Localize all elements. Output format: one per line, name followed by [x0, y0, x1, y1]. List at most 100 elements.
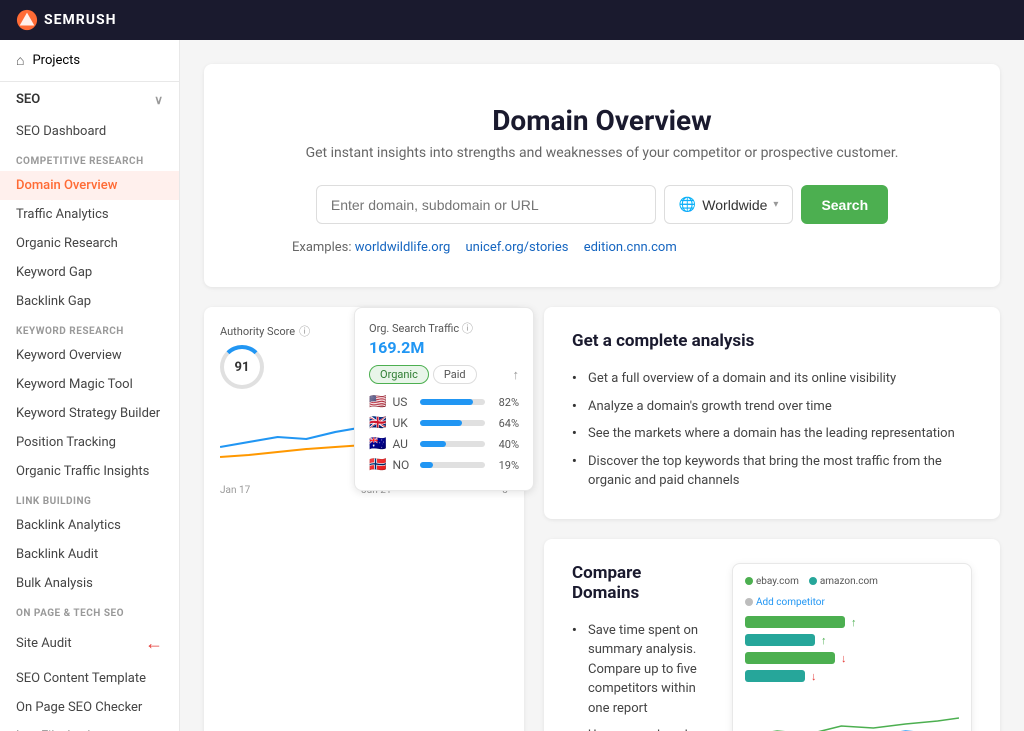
- sidebar-item-traffic-analytics[interactable]: Traffic Analytics: [0, 200, 179, 229]
- worldwide-dropdown[interactable]: 🌐 Worldwide ▾: [664, 185, 794, 224]
- globe-icon: 🌐: [679, 196, 696, 213]
- sidebar-item-keyword-magic-tool[interactable]: Keyword Magic Tool: [0, 370, 179, 399]
- sidebar-item-seo-dashboard[interactable]: SEO Dashboard: [0, 117, 179, 146]
- sidebar-item-on-page-seo-checker[interactable]: On Page SEO Checker: [0, 693, 179, 722]
- legend-item: amazon.com: [809, 576, 878, 587]
- example-link-1[interactable]: worldwildlife.org: [355, 240, 451, 255]
- sidebar-item-keyword-gap[interactable]: Keyword Gap: [0, 258, 179, 287]
- arrow-right-icon: ←: [145, 633, 163, 654]
- worldwide-label: Worldwide: [702, 197, 767, 213]
- flag-icon: 🇺🇸: [369, 394, 386, 410]
- example-link-3[interactable]: edition.cnn.com: [584, 240, 677, 255]
- progress-bar-bg: [420, 399, 485, 405]
- sidebar-item-keyword-overview[interactable]: Keyword Overview: [0, 341, 179, 370]
- sidebar-item-domain-overview[interactable]: Domain Overview: [0, 171, 179, 200]
- page-title: Domain Overview: [252, 104, 952, 137]
- country-row: 🇳🇴 NO 19%: [369, 457, 519, 473]
- logo-text: SEMRUSH: [44, 12, 116, 28]
- bullet-item: Save time spent on summary analysis. Com…: [572, 617, 712, 723]
- compare-title: Compare Domains: [572, 563, 712, 603]
- tab-organic[interactable]: Organic: [369, 365, 429, 384]
- flag-icon: 🇳🇴: [369, 457, 386, 473]
- search-button[interactable]: Search: [801, 185, 888, 224]
- sidebar-item-backlink-audit[interactable]: Backlink Audit: [0, 540, 179, 569]
- upload-icon[interactable]: ↑: [513, 367, 520, 383]
- country-pct: 40%: [491, 438, 519, 451]
- chart-panel: Authority Score ⓘ 91 Jan 17 Jan 21: [204, 307, 524, 731]
- tab-paid[interactable]: Paid: [433, 365, 477, 384]
- top-navigation: SEMRUSH: [0, 0, 1024, 40]
- sidebar-item-backlink-analytics[interactable]: Backlink Analytics: [0, 511, 179, 540]
- progress-bar-fill: [420, 399, 473, 405]
- get-complete-title: Get a complete analysis: [572, 331, 972, 351]
- sidebar-item-site-audit[interactable]: Site Audit ←: [0, 623, 179, 664]
- country-code: UK: [392, 416, 414, 430]
- example-link-2[interactable]: unicef.org/stories: [466, 240, 569, 255]
- bullet-item: Get a full overview of a domain and its …: [572, 365, 972, 393]
- legend-item: ebay.com: [745, 576, 799, 587]
- country-row: 🇦🇺 AU 40%: [369, 436, 519, 452]
- bar-row-3: ↓: [745, 652, 959, 665]
- organic-paid-tabs: Organic Paid ↑: [369, 365, 519, 384]
- examples-prefix: Examples:: [292, 240, 352, 255]
- arrow-up-icon-2: ↑: [821, 634, 827, 647]
- main-content: Domain Overview Get instant insights int…: [180, 40, 1024, 731]
- country-rows: 🇺🇸 US 82% 🇬🇧 UK 64% 🇦🇺 AU 40% 🇳🇴 NO 19%: [369, 394, 519, 473]
- sidebar-item-organic-traffic-insights[interactable]: Organic Traffic Insights: [0, 457, 179, 486]
- bar-row-2: ↑: [745, 634, 959, 647]
- arrow-down-icon-2: ↓: [811, 670, 817, 683]
- bullet-item: Discover the top keywords that bring the…: [572, 448, 972, 495]
- country-code: US: [392, 395, 414, 409]
- sidebar-item-backlink-gap[interactable]: Backlink Gap: [0, 287, 179, 316]
- sidebar-item-organic-research[interactable]: Organic Research: [0, 229, 179, 258]
- search-row: 🌐 Worldwide ▾ Search: [252, 185, 952, 224]
- country-row: 🇺🇸 US 82%: [369, 394, 519, 410]
- sidebar-item-keyword-strategy-builder[interactable]: Keyword Strategy Builder: [0, 399, 179, 428]
- bottom-panels: Authority Score ⓘ 91 Jan 17 Jan 21: [204, 307, 1000, 731]
- arrow-down-icon: ↓: [841, 652, 847, 665]
- info-icon[interactable]: ⓘ: [299, 323, 310, 339]
- org-traffic-value: 169.2M: [369, 338, 519, 357]
- info-icon-org[interactable]: ⓘ: [462, 322, 473, 335]
- org-traffic-label: Org. Search Traffic ⓘ: [369, 320, 519, 336]
- get-complete-panel: Get a complete analysis Get a full overv…: [544, 307, 1000, 519]
- sidebar-item-seo[interactable]: SEO ∨: [0, 82, 179, 117]
- bar-row-4: ↓: [745, 670, 959, 683]
- get-complete-bullets: Get a full overview of a domain and its …: [572, 365, 972, 495]
- country-code: NO: [392, 458, 414, 472]
- bullet-item: Analyze a domain's growth trend over tim…: [572, 393, 972, 421]
- arrow-up-icon: ↑: [851, 616, 857, 629]
- search-panel: Domain Overview Get instant insights int…: [204, 64, 1000, 287]
- seo-label: SEO: [16, 92, 40, 107]
- link-building-category: LINK BUILDING: [0, 486, 179, 511]
- sidebar-item-seo-content-template[interactable]: SEO Content Template: [0, 664, 179, 693]
- domain-search-input[interactable]: [316, 185, 656, 224]
- sidebar: ⌂ Projects SEO ∨ SEO Dashboard COMPETITI…: [0, 40, 180, 731]
- compare-sparkline: [745, 696, 959, 731]
- country-row: 🇬🇧 UK 64%: [369, 415, 519, 431]
- progress-bar-fill: [420, 420, 461, 426]
- progress-bar-fill: [420, 462, 432, 468]
- page-subtitle: Get instant insights into strengths and …: [252, 145, 952, 161]
- compare-chart-box: ebay.com amazon.com Add competitor ↑ ↑: [732, 563, 972, 731]
- legend-item[interactable]: Add competitor: [745, 597, 825, 608]
- on-page-category: ON PAGE & TECH SEO: [0, 598, 179, 623]
- sidebar-item-log-file-analyzer[interactable]: Log File Analyzer: [0, 722, 179, 731]
- country-pct: 19%: [491, 459, 519, 472]
- chevron-down-icon: ∨: [154, 93, 163, 107]
- analysis-panel: Get a complete analysis Get a full overv…: [544, 307, 1000, 731]
- sidebar-item-position-tracking[interactable]: Position Tracking: [0, 428, 179, 457]
- bullet-item: See the markets where a domain has the l…: [572, 420, 972, 448]
- progress-bar-fill: [420, 441, 446, 447]
- compare-text: Compare Domains Save time spent on summa…: [572, 563, 712, 731]
- flag-icon: 🇦🇺: [369, 436, 386, 452]
- sidebar-item-bulk-analysis[interactable]: Bulk Analysis: [0, 569, 179, 598]
- authority-score-value: 91: [220, 345, 264, 389]
- compare-visual: ebay.com amazon.com Add competitor ↑ ↑: [732, 563, 972, 731]
- country-code: AU: [392, 437, 414, 451]
- semrush-logo[interactable]: SEMRUSH: [16, 9, 116, 31]
- semrush-logo-icon: [16, 9, 38, 31]
- keyword-research-category: KEYWORD RESEARCH: [0, 316, 179, 341]
- sidebar-item-projects[interactable]: ⌂ Projects: [0, 40, 179, 82]
- flag-icon: 🇬🇧: [369, 415, 386, 431]
